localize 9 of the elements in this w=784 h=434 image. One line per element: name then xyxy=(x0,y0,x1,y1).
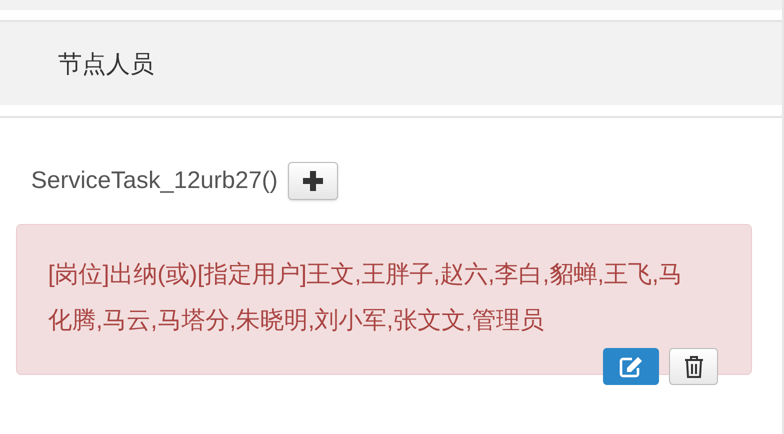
edit-button[interactable] xyxy=(603,348,659,385)
delete-button[interactable] xyxy=(669,348,718,385)
add-button[interactable] xyxy=(288,162,338,200)
assignment-text: [岗位]出纳(或)[指定用户]王文,王胖子,赵六,李白,貂蝉,王飞,马化腾,马云,马塔分,朱晓明,刘小军,张文文,管理员 xyxy=(48,260,684,336)
plus-icon xyxy=(302,170,324,192)
task-label: ServiceTask_12urb27() xyxy=(31,167,278,195)
trash-icon xyxy=(684,354,704,378)
panel-title: 节点人员 xyxy=(58,50,154,80)
edit-icon xyxy=(618,354,644,378)
